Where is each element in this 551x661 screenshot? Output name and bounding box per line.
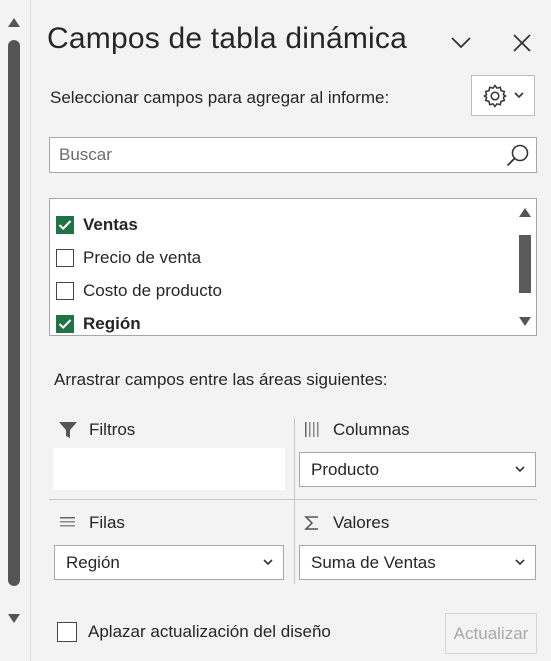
columns-area-header: Columnas (301, 418, 410, 442)
rows-area-header: Filas (57, 511, 125, 535)
defer-layout-label: Aplazar actualización del diseño (88, 622, 331, 641)
sigma-icon (301, 513, 323, 533)
field-item-ventas[interactable]: Ventas (56, 211, 138, 239)
field-label: Región (83, 314, 141, 333)
chevron-down-icon (451, 37, 471, 49)
checkmark-icon (58, 319, 72, 330)
collapse-button[interactable] (446, 28, 476, 58)
search-box[interactable] (49, 137, 537, 173)
scroll-up-icon[interactable] (519, 208, 531, 217)
columns-field-dropdown[interactable]: Producto (299, 452, 536, 487)
filters-area-header: Filtros (57, 418, 135, 442)
values-field-dropdown[interactable]: Suma de Ventas (299, 545, 536, 580)
field-label: Ventas (83, 215, 138, 234)
drag-instruction-label: Arrastrar campos entre las áreas siguien… (54, 370, 388, 389)
close-icon (513, 34, 531, 52)
chevron-down-icon (515, 466, 525, 473)
rows-field-dropdown[interactable]: Región (54, 545, 284, 580)
field-label: Costo de producto (83, 281, 222, 300)
scroll-up-icon[interactable] (8, 18, 20, 27)
field-item-costo-de-producto[interactable]: Costo de producto (56, 277, 222, 305)
values-area-header: Valores (301, 511, 389, 535)
area-divider-horizontal (49, 499, 537, 500)
field-list-scrollbar[interactable] (514, 199, 536, 335)
gear-icon (483, 83, 507, 108)
scrollbar-thumb[interactable] (519, 235, 531, 293)
rows-icon (57, 513, 79, 533)
search-input[interactable] (50, 138, 499, 172)
field-label: Precio de venta (83, 248, 202, 267)
chevron-down-icon (515, 559, 525, 566)
choose-fields-label: Seleccionar campos para agregar al infor… (50, 88, 390, 107)
defer-layout-update[interactable]: Aplazar actualización del diseño (57, 622, 331, 642)
chevron-down-icon (263, 559, 273, 566)
tools-button[interactable] (471, 75, 535, 116)
scroll-down-icon[interactable] (519, 317, 531, 326)
field-item-region[interactable]: Región (56, 310, 141, 335)
columns-field-value: Producto (311, 459, 380, 479)
update-button[interactable]: Actualizar (445, 613, 537, 654)
checkbox-checked[interactable] (56, 216, 74, 234)
rows-field-value: Región (66, 552, 120, 572)
close-button[interactable] (507, 28, 537, 58)
checkmark-icon (58, 220, 72, 231)
scroll-down-icon[interactable] (8, 614, 20, 623)
columns-label: Columnas (333, 420, 410, 439)
checkbox-checked[interactable] (56, 315, 74, 333)
values-field-value: Suma de Ventas (311, 552, 436, 572)
values-label: Valores (333, 513, 390, 532)
checkbox-unchecked[interactable] (56, 282, 74, 300)
panel-title: Campos de tabla dinámica (47, 22, 407, 55)
field-item-precio-de-venta[interactable]: Precio de venta (56, 244, 201, 272)
checkbox-unchecked[interactable] (56, 249, 74, 267)
filter-icon (57, 420, 79, 440)
rows-label: Filas (89, 513, 125, 532)
columns-icon (301, 420, 323, 440)
chevron-down-icon (514, 92, 524, 99)
pane-scrollbar[interactable] (0, 0, 31, 661)
scrollbar-thumb[interactable] (8, 40, 20, 586)
defer-layout-checkbox[interactable] (57, 622, 77, 642)
search-icon[interactable] (505, 143, 531, 169)
area-divider-vertical (294, 418, 295, 584)
filters-label: Filtros (89, 420, 136, 439)
field-list[interactable]: Ventas Precio de venta Costo de producto… (49, 198, 537, 336)
filters-drop-zone[interactable] (53, 448, 285, 490)
